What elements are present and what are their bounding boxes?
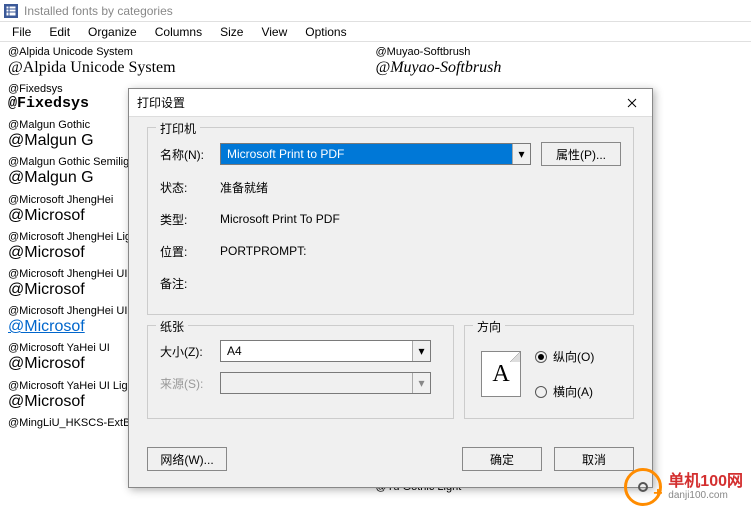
network-button[interactable]: 网络(W)... bbox=[147, 447, 227, 471]
ok-button[interactable]: 确定 bbox=[462, 447, 542, 471]
watermark: + 单机100网 danji100.com bbox=[624, 468, 743, 506]
location-value: PORTPROMPT: bbox=[220, 244, 306, 258]
chevron-down-icon: ▾ bbox=[412, 341, 430, 361]
watermark-url: danji100.com bbox=[668, 490, 743, 501]
window-title: Installed fonts by categories bbox=[24, 4, 173, 18]
printer-group: 打印机 名称(N): Microsoft Print to PDF ▾ 属性(P… bbox=[147, 127, 634, 315]
type-label: 类型: bbox=[160, 211, 220, 228]
print-setup-dialog: 打印设置 打印机 名称(N): Microsoft Print to PDF ▾… bbox=[128, 88, 653, 488]
portrait-label: 纵向(O) bbox=[553, 348, 594, 365]
font-name[interactable]: @Alpida Unicode System bbox=[8, 46, 376, 58]
paper-group-title: 纸张 bbox=[156, 318, 188, 335]
paper-group: 纸张 大小(Z): A4 ▾ 来源(S): ▾ bbox=[147, 325, 454, 419]
watermark-icon: + bbox=[624, 468, 662, 506]
chevron-down-icon: ▾ bbox=[412, 373, 430, 393]
paper-size-label: 大小(Z): bbox=[160, 343, 220, 360]
cancel-button[interactable]: 取消 bbox=[554, 447, 634, 471]
status-value: 准备就绪 bbox=[220, 179, 268, 196]
menu-organize[interactable]: Organize bbox=[80, 23, 145, 41]
close-icon[interactable] bbox=[620, 93, 644, 113]
paper-source-label: 来源(S): bbox=[160, 375, 220, 392]
comment-label: 备注: bbox=[160, 275, 220, 292]
menu-options[interactable]: Options bbox=[297, 23, 354, 41]
paper-size-value: A4 bbox=[221, 344, 412, 358]
location-label: 位置: bbox=[160, 243, 220, 260]
page-orientation-icon: A bbox=[481, 351, 521, 397]
font-name[interactable]: @Muyao-Softbrush bbox=[376, 46, 744, 58]
chevron-down-icon: ▾ bbox=[512, 144, 530, 164]
watermark-title: 单机100网 bbox=[668, 473, 743, 491]
portrait-radio[interactable]: 纵向(O) bbox=[535, 348, 594, 365]
app-icon bbox=[4, 4, 18, 18]
orientation-group-title: 方向 bbox=[473, 318, 505, 335]
printer-name-label: 名称(N): bbox=[160, 146, 220, 163]
dialog-title: 打印设置 bbox=[137, 94, 185, 111]
type-value: Microsoft Print To PDF bbox=[220, 212, 340, 226]
font-sample[interactable]: @Alpida Unicode System bbox=[8, 58, 376, 77]
menu-columns[interactable]: Columns bbox=[147, 23, 210, 41]
status-label: 状态: bbox=[160, 179, 220, 196]
printer-name-value: Microsoft Print to PDF bbox=[221, 147, 512, 161]
window-titlebar: Installed fonts by categories bbox=[0, 0, 751, 22]
paper-source-dropdown: ▾ bbox=[220, 372, 431, 394]
paper-size-dropdown[interactable]: A4 ▾ bbox=[220, 340, 431, 362]
menu-edit[interactable]: Edit bbox=[41, 23, 78, 41]
printer-group-title: 打印机 bbox=[156, 120, 200, 137]
radio-icon bbox=[535, 351, 547, 363]
dialog-titlebar: 打印设置 bbox=[129, 89, 652, 117]
printer-name-dropdown[interactable]: Microsoft Print to PDF ▾ bbox=[220, 143, 531, 165]
orientation-group: 方向 A 纵向(O) 横向(A) bbox=[464, 325, 634, 419]
landscape-label: 横向(A) bbox=[553, 383, 593, 400]
menu-file[interactable]: File bbox=[4, 23, 39, 41]
menu-size[interactable]: Size bbox=[212, 23, 251, 41]
properties-button[interactable]: 属性(P)... bbox=[541, 142, 621, 166]
radio-icon bbox=[535, 386, 547, 398]
menubar: File Edit Organize Columns Size View Opt… bbox=[0, 22, 751, 42]
landscape-radio[interactable]: 横向(A) bbox=[535, 383, 594, 400]
font-sample[interactable]: @Muyao-Softbrush bbox=[376, 58, 744, 77]
menu-view[interactable]: View bbox=[253, 23, 295, 41]
